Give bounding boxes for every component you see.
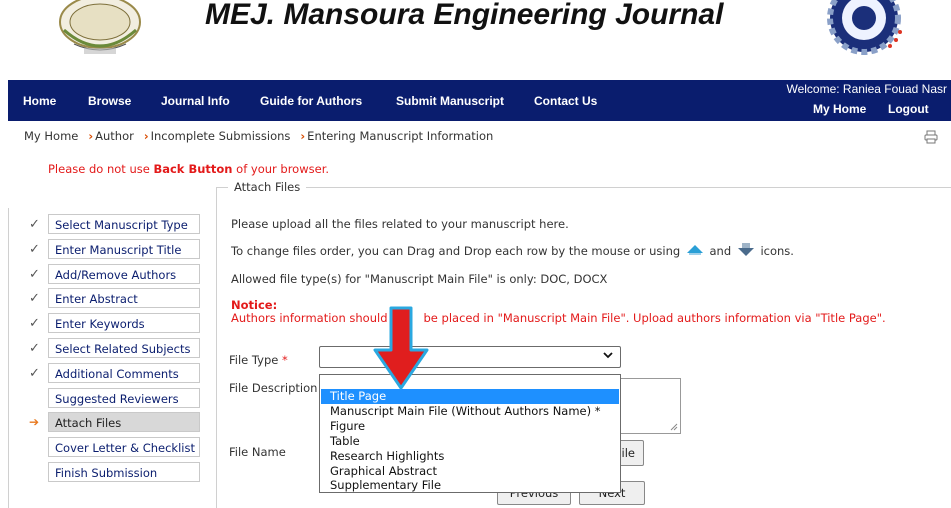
step-enter-abstract[interactable]: Enter Abstract — [48, 288, 200, 309]
breadcrumb-incomplete-submissions[interactable]: Incomplete Submissions — [151, 129, 291, 143]
file-description-label: File Description — [229, 381, 318, 395]
file-type-dropdown-list: Title Page Manuscript Main File (Without … — [319, 374, 621, 493]
step-row: ✓ Additional Comments — [0, 362, 210, 385]
checkmark-icon: ✓ — [29, 316, 40, 332]
journal-title: MEJ. Mansoura Engineering Journal — [205, 0, 724, 31]
dropdown-option[interactable]: Manuscript Main File (Without Authors Na… — [321, 404, 619, 419]
nav-logout[interactable]: Logout — [888, 102, 929, 116]
step-row: ✓ Enter Keywords — [0, 313, 210, 335]
file-type-label: File Type * — [229, 353, 288, 367]
step-row: Cover Letter & Checklist — [0, 437, 210, 459]
dropdown-option[interactable]: Title Page — [321, 389, 619, 404]
fieldset-border — [216, 187, 217, 508]
resize-grip-icon[interactable] — [670, 423, 678, 431]
nav-contact-us[interactable]: Contact Us — [534, 94, 597, 108]
step-attach-files[interactable]: Attach Files — [48, 412, 200, 433]
checkmark-icon: ✓ — [29, 217, 40, 232]
printer-icon[interactable] — [924, 130, 938, 144]
file-type-select[interactable] — [319, 346, 621, 368]
upload-intro-text: Please upload all the files related to y… — [231, 217, 569, 231]
nav-browse[interactable]: Browse — [88, 94, 131, 108]
step-suggested-reviewers[interactable]: Suggested Reviewers — [48, 387, 200, 408]
checkmark-icon: ✓ — [29, 341, 40, 356]
breadcrumb: My Home › Author › Incomplete Submissions › En… — [24, 129, 493, 143]
step-finish-submission[interactable]: Finish Submission — [48, 462, 200, 482]
step-row: Finish Submission — [0, 462, 210, 484]
dropdown-option[interactable]: Figure — [321, 419, 619, 434]
journal-logo — [810, 0, 918, 66]
up-arrow-icon — [686, 244, 704, 259]
nav-journal-info[interactable]: Journal Info — [161, 94, 230, 108]
fieldset-legend: Attach Files — [228, 180, 307, 194]
step-row: ✓ Select Manuscript Type — [0, 214, 210, 236]
breadcrumb-author[interactable]: Author — [95, 129, 134, 143]
university-logo — [44, 0, 156, 62]
file-order-text: To change files order, you can Drag and … — [231, 243, 794, 260]
checkmark-icon: ✓ — [29, 266, 40, 282]
step-row: ➔ Attach Files — [0, 412, 210, 434]
step-row: ✓ Add/Remove Authors — [0, 263, 210, 286]
dropdown-option[interactable]: Supplementary File — [321, 478, 619, 493]
step-row: ✓ Select Related Subjects — [0, 338, 210, 360]
welcome-text: Welcome: Raniea Fouad Nasr — [786, 82, 947, 96]
step-additional-comments[interactable]: Additional Comments — [48, 362, 200, 383]
current-step-arrow-icon: ➔ — [29, 415, 40, 430]
step-add-remove-authors[interactable]: Add/Remove Authors — [48, 263, 200, 284]
step-select-manuscript-type[interactable]: Select Manuscript Type — [48, 214, 200, 234]
notice-body: Authors information should be placed in "… — [231, 311, 886, 325]
checkmark-icon: ✓ — [29, 291, 40, 307]
nav-my-home[interactable]: My Home — [813, 102, 866, 116]
chevron-right-icon: › — [88, 129, 94, 143]
dropdown-option[interactable]: Research Highlights — [321, 449, 619, 464]
step-enter-manuscript-title[interactable]: Enter Manuscript Title — [48, 238, 200, 259]
nav-home[interactable]: Home — [23, 94, 56, 108]
down-arrow-icon — [737, 243, 755, 260]
main-navbar: Home Browse Journal Info Guide for Autho… — [8, 80, 951, 121]
back-button-warning: Please do not use Back Button of your br… — [48, 162, 330, 176]
nav-submit-manuscript[interactable]: Submit Manuscript — [396, 94, 504, 108]
breadcrumb-current: Entering Manuscript Information — [307, 129, 494, 143]
checkmark-icon: ✓ — [29, 241, 40, 257]
notice-title: Notice: — [231, 298, 278, 312]
file-name-label: File Name — [229, 445, 286, 459]
checkmark-icon: ✓ — [29, 365, 40, 381]
step-enter-keywords[interactable]: Enter Keywords — [48, 313, 200, 334]
allowed-file-types-text: Allowed file type(s) for "Manuscript Mai… — [231, 272, 608, 286]
fieldset-border — [216, 187, 951, 188]
step-cover-letter-checklist[interactable]: Cover Letter & Checklist — [48, 437, 200, 458]
step-row: Suggested Reviewers — [0, 387, 210, 410]
step-row: ✓ Enter Abstract — [0, 288, 210, 310]
step-row: ✓ Enter Manuscript Title — [0, 238, 210, 261]
nav-guide-for-authors[interactable]: Guide for Authors — [260, 94, 362, 108]
breadcrumb-my-home[interactable]: My Home — [24, 129, 78, 143]
chevron-right-icon: › — [143, 129, 149, 143]
step-select-related-subjects[interactable]: Select Related Subjects — [48, 338, 200, 358]
chevron-down-icon — [603, 352, 613, 359]
pointer-arrow-icon — [372, 306, 430, 390]
dropdown-option[interactable]: Graphical Abstract — [321, 464, 619, 479]
chevron-right-icon: › — [300, 129, 306, 143]
dropdown-option[interactable]: Table — [321, 434, 619, 449]
